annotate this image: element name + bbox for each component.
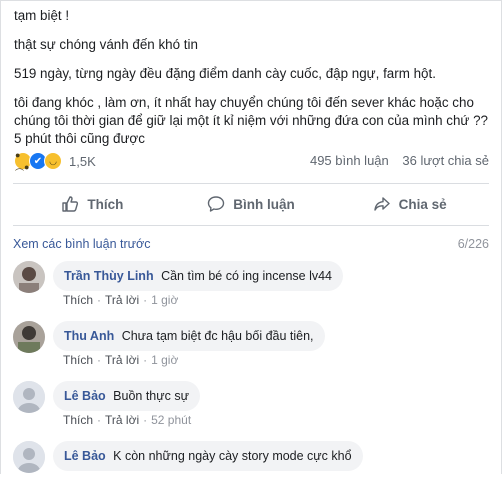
post-paragraph: tôi đang khóc , làm ơn, ít nhất hay chuy… xyxy=(14,95,488,146)
comment-author[interactable]: Trần Thùy Linh xyxy=(64,269,154,283)
comment-pager: 6/226 xyxy=(457,237,489,251)
reactions-summary[interactable]: ●︵● ✔ ◡ 1,5K xyxy=(14,150,96,172)
comment-item: Trần Thùy Linh Cần tìm bé có ing incense… xyxy=(13,261,489,319)
comment-author[interactable]: Thu Anh xyxy=(64,329,114,343)
avatar[interactable] xyxy=(13,321,45,353)
divider xyxy=(13,183,489,184)
comment-like-link[interactable]: Thích xyxy=(63,413,93,427)
comment-item: Lê Bảo K còn những ngày cày story mode c… xyxy=(13,441,489,499)
comment-author[interactable]: Lê Bảo xyxy=(64,389,106,403)
comment-timestamp[interactable]: 1 giờ xyxy=(151,293,178,307)
post-paragraph: tạm biệt ! xyxy=(14,8,70,23)
comment-reply-link[interactable]: Trả lời xyxy=(105,413,139,427)
post-paragraph: thật sự chóng vánh đến khó tin xyxy=(14,37,198,52)
comment-text: Cần tìm bé có ing incense lv44 xyxy=(161,269,333,283)
comment-bubble: Trần Thùy Linh Cần tìm bé có ing incense… xyxy=(53,261,344,291)
comment-meta: Thích · Trả lời · 1 giờ xyxy=(63,293,179,307)
thumbs-up-icon xyxy=(62,196,79,212)
comment-meta: Thích · Trả lời · 1 giờ xyxy=(63,353,179,367)
post-stats: 495 bình luận 36 lượt chia sẻ xyxy=(300,153,489,168)
like-button[interactable]: Thích xyxy=(13,186,172,222)
share-count-link[interactable]: 36 lượt chia sẻ xyxy=(402,153,489,168)
divider xyxy=(13,225,489,226)
comment-item: Thu Anh Chưa tạm biệt đc hậu bối đầu tiê… xyxy=(13,321,489,379)
comment-item: Lê Bảo Buồn thực sự Thích · Trả lời · 52 phú… xyxy=(13,381,489,439)
share-arrow-icon xyxy=(373,197,390,211)
post-card: tạm biệt ! thật sự chóng vánh đến khó ti… xyxy=(0,0,502,474)
comment-bubble: Thu Anh Chưa tạm biệt đc hậu bối đầu tiê… xyxy=(53,321,325,351)
avatar[interactable] xyxy=(13,381,45,413)
comment-author[interactable]: Lê Bảo xyxy=(64,449,106,463)
share-button[interactable]: Chia sẻ xyxy=(330,186,489,222)
share-button-label: Chia sẻ xyxy=(398,196,447,212)
like-button-label: Thích xyxy=(87,196,124,212)
comments-section: Xem các bình luận trước 6/226 Trần Thùy … xyxy=(1,231,501,474)
post-body: tạm biệt ! thật sự chóng vánh đến khó ti… xyxy=(14,7,494,159)
comment-bubble: Lê Bảo K còn những ngày cày story mode c… xyxy=(53,441,363,471)
comment-text: K còn những ngày cày story mode cực khổ xyxy=(113,449,352,463)
reaction-count[interactable]: 1,5K xyxy=(69,154,96,169)
comment-text: Chưa tạm biệt đc hậu bối đầu tiên, xyxy=(121,329,314,343)
comment-button-label: Bình luận xyxy=(233,196,295,212)
view-previous-comments-link[interactable]: Xem các bình luận trước xyxy=(13,237,150,251)
comment-bubble: Lê Bảo Buồn thực sự xyxy=(53,381,200,411)
avatar[interactable] xyxy=(13,441,45,473)
comment-text: Buồn thực sự xyxy=(113,389,189,403)
post-actions: Thích Bình luận Chia sẻ xyxy=(13,186,489,222)
comment-like-link[interactable]: Thích xyxy=(63,293,93,307)
comment-meta: Thích · Trả lời · 52 phút xyxy=(63,413,192,427)
comment-button[interactable]: Bình luận xyxy=(172,186,331,222)
avatar[interactable] xyxy=(13,261,45,293)
haha-icon: ◡ xyxy=(44,152,62,170)
comment-timestamp[interactable]: 1 giờ xyxy=(151,353,178,367)
post-paragraph: 519 ngày, từng ngày đều đặng điểm danh c… xyxy=(14,66,436,81)
comment-count-link[interactable]: 495 bình luận xyxy=(310,153,389,168)
comment-like-link[interactable]: Thích xyxy=(63,353,93,367)
comment-reply-link[interactable]: Trả lời xyxy=(105,293,139,307)
comment-timestamp[interactable]: 52 phút xyxy=(151,413,191,427)
comment-reply-link[interactable]: Trả lời xyxy=(105,353,139,367)
comment-bubble-icon xyxy=(208,196,225,212)
